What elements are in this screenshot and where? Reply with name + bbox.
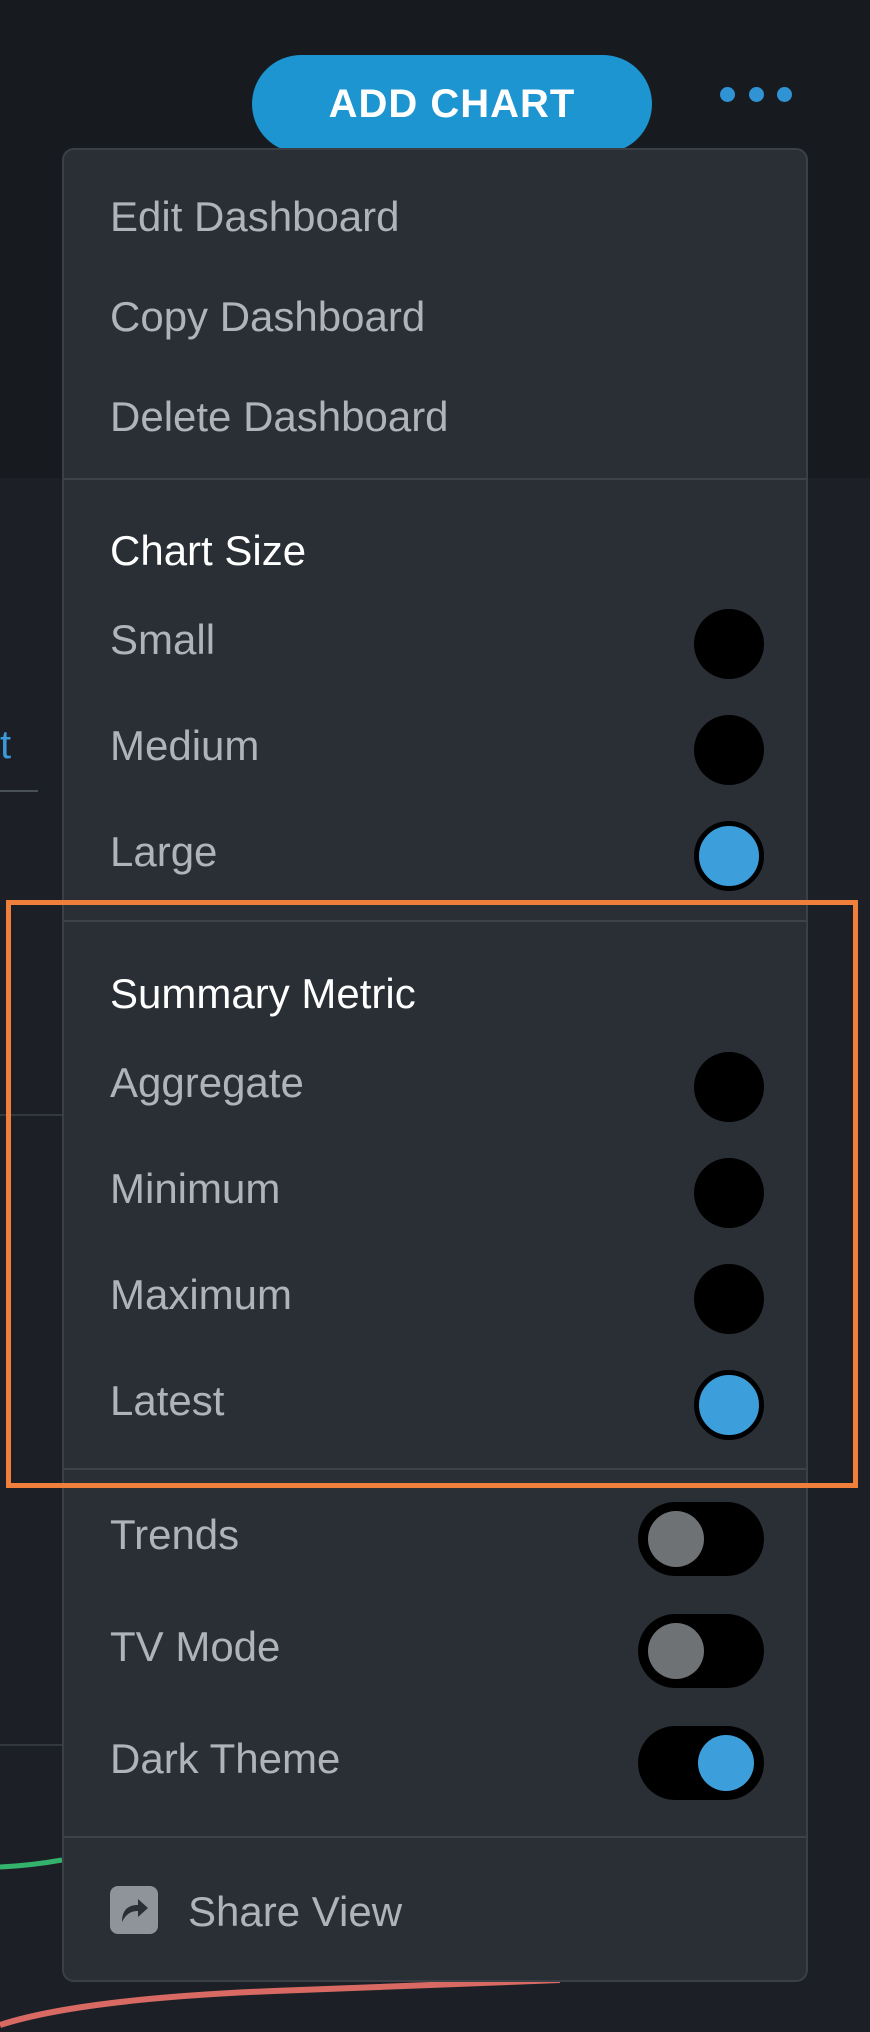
chart-line-green — [0, 1857, 63, 1870]
chart-line-red — [0, 1977, 561, 2028]
more-dot — [748, 86, 764, 102]
tv-mode-label: TV Mode — [110, 1623, 281, 1670]
tv-mode-toggle[interactable] — [638, 1614, 764, 1688]
trends-label: Trends — [110, 1511, 240, 1558]
chart-size-medium-label[interactable]: Medium — [110, 725, 259, 767]
dark-theme-label: Dark Theme — [110, 1735, 341, 1782]
summary-maximum-radio[interactable] — [694, 1264, 764, 1334]
toggle-knob — [698, 1735, 754, 1791]
dark-theme-toggle[interactable] — [638, 1726, 764, 1800]
summary-metric-title: Summary Metric — [110, 970, 416, 1017]
share-icon — [110, 1886, 158, 1934]
edit-dashboard-item[interactable]: Edit Dashboard — [110, 196, 400, 238]
more-dot — [720, 86, 735, 102]
summary-latest-radio[interactable] — [694, 1370, 764, 1440]
menu-divider — [64, 1836, 806, 1838]
menu-divider — [64, 920, 806, 922]
summary-aggregate-radio[interactable] — [694, 1052, 764, 1122]
summary-aggregate-label[interactable]: Aggregate — [110, 1062, 304, 1104]
summary-minimum-radio[interactable] — [694, 1158, 764, 1228]
share-view-item[interactable]: Share View — [188, 1891, 402, 1933]
toggle-knob — [648, 1623, 704, 1679]
delete-dashboard-item[interactable]: Delete Dashboard — [110, 396, 449, 438]
chart-size-large-label[interactable]: Large — [110, 831, 217, 873]
chart-size-title: Chart Size — [110, 527, 307, 574]
dashboard-options-menu: Edit Dashboard Copy Dashboard Delete Das… — [62, 148, 808, 1982]
trends-toggle[interactable] — [638, 1502, 764, 1576]
chart-size-large-radio[interactable] — [694, 821, 764, 891]
summary-minimum-label[interactable]: Minimum — [110, 1168, 280, 1210]
toggle-knob — [648, 1511, 704, 1567]
more-horizontal-icon[interactable] — [720, 82, 792, 106]
copy-dashboard-item[interactable]: Copy Dashboard — [110, 296, 425, 338]
more-dot — [777, 86, 792, 102]
chart-size-small-radio[interactable] — [694, 609, 764, 679]
chart-size-medium-radio[interactable] — [694, 715, 764, 785]
chart-size-small-label[interactable]: Small — [110, 619, 215, 661]
summary-latest-label[interactable]: Latest — [110, 1380, 224, 1422]
add-chart-button[interactable]: ADD CHART — [252, 55, 652, 153]
menu-divider — [64, 1468, 806, 1470]
menu-divider — [64, 478, 806, 480]
summary-maximum-label[interactable]: Maximum — [110, 1274, 292, 1316]
